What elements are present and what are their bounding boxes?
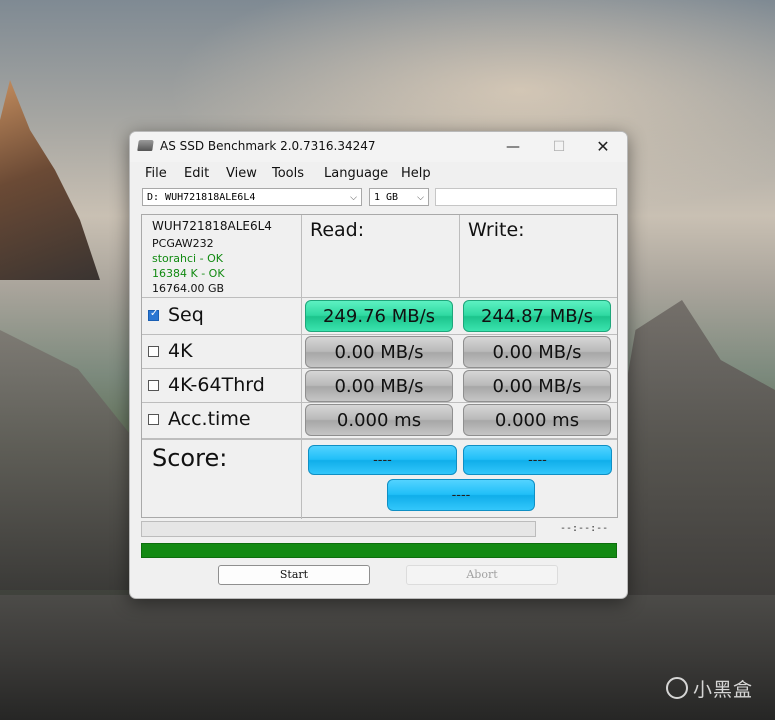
grid-divider bbox=[301, 440, 302, 519]
grid-divider bbox=[142, 334, 617, 335]
drive-select[interactable]: D: WUH721818ALE6L4 ⌵ bbox=[142, 188, 362, 206]
score-write: ---- bbox=[463, 445, 612, 475]
score-total: ---- bbox=[387, 479, 535, 511]
4k-64thrd-read-result: 0.00 MB/s bbox=[305, 370, 453, 402]
read-header: Read: bbox=[310, 219, 365, 241]
watermark-logo-icon bbox=[665, 677, 688, 699]
4k-read-result: 0.00 MB/s bbox=[305, 336, 453, 368]
drive-model: WUH721818ALE6L4 bbox=[152, 219, 272, 233]
watermark-text: 小黑盒 bbox=[692, 679, 753, 701]
status-bar bbox=[141, 543, 617, 558]
score-cell: Score: bbox=[142, 440, 301, 519]
seq-label: Seq bbox=[168, 304, 204, 326]
abort-button[interactable]: Abort bbox=[406, 565, 558, 585]
progress-bar bbox=[141, 521, 536, 537]
window-title: AS SSD Benchmark 2.0.7316.34247 bbox=[160, 139, 376, 153]
acc-time-checkbox[interactable] bbox=[148, 414, 159, 425]
test-size-value: 1 GB bbox=[374, 192, 399, 203]
grid-divider bbox=[459, 215, 460, 297]
drive-firmware: PCGAW232 bbox=[152, 237, 214, 250]
watermark: 小黑盒 bbox=[665, 675, 753, 702]
seq-read-result: 249.76 MB/s bbox=[305, 300, 453, 332]
app-drive-icon bbox=[137, 140, 154, 151]
background-foreground-rocks bbox=[0, 595, 775, 720]
4k-64thrd-label: 4K-64Thrd bbox=[168, 374, 265, 396]
score-read: ---- bbox=[308, 445, 457, 475]
seq-write-result: 244.87 MB/s bbox=[463, 300, 611, 332]
drive-select-value: D: WUH721818ALE6L4 bbox=[147, 192, 256, 203]
as-ssd-window: AS SSD Benchmark 2.0.7316.34247 — ☐ ✕ Fi… bbox=[129, 131, 628, 599]
score-label: Score: bbox=[152, 444, 228, 472]
elapsed-time: --:--:-- bbox=[560, 523, 609, 534]
maximize-button[interactable]: ☐ bbox=[536, 132, 582, 162]
background-rocks-right bbox=[620, 300, 775, 600]
acc-time-read-result: 0.000 ms bbox=[305, 404, 453, 436]
menu-bar: File Edit View Tools Language Help bbox=[130, 163, 627, 185]
seq-checkbox[interactable] bbox=[148, 308, 159, 321]
4k-checkbox[interactable] bbox=[148, 346, 159, 357]
menu-edit[interactable]: Edit bbox=[184, 166, 209, 181]
4k-64thrd-checkbox[interactable] bbox=[148, 380, 159, 391]
drive-capacity: 16764.00 GB bbox=[152, 282, 225, 295]
menu-help[interactable]: Help bbox=[401, 166, 431, 181]
close-button[interactable]: ✕ bbox=[580, 132, 626, 162]
chevron-down-icon: ⌵ bbox=[417, 193, 424, 203]
test-size-select[interactable]: 1 GB ⌵ bbox=[369, 188, 429, 206]
chevron-down-icon: ⌵ bbox=[350, 193, 357, 203]
menu-language[interactable]: Language bbox=[324, 166, 388, 181]
4k-label: 4K bbox=[168, 340, 193, 362]
alignment-status: 16384 K - OK bbox=[152, 267, 225, 280]
4k-64thrd-write-result: 0.00 MB/s bbox=[463, 370, 611, 402]
background-rocks-left bbox=[0, 330, 130, 590]
acc-time-write-result: 0.000 ms bbox=[463, 404, 611, 436]
empty-field bbox=[435, 188, 617, 206]
menu-tools[interactable]: Tools bbox=[272, 166, 304, 181]
acc-time-label: Acc.time bbox=[168, 408, 251, 430]
driver-status: storahci - OK bbox=[152, 252, 223, 265]
grid-divider bbox=[142, 297, 617, 298]
background-mountain bbox=[0, 80, 100, 280]
menu-file[interactable]: File bbox=[145, 166, 167, 181]
start-button[interactable]: Start bbox=[218, 565, 370, 585]
4k-write-result: 0.00 MB/s bbox=[463, 336, 611, 368]
results-grid: WUH721818ALE6L4 PCGAW232 storahci - OK 1… bbox=[141, 214, 618, 519]
menu-view[interactable]: View bbox=[226, 166, 257, 181]
minimize-button[interactable]: — bbox=[490, 132, 536, 162]
title-bar[interactable]: AS SSD Benchmark 2.0.7316.34247 — ☐ ✕ bbox=[130, 132, 627, 162]
write-header: Write: bbox=[468, 219, 525, 241]
